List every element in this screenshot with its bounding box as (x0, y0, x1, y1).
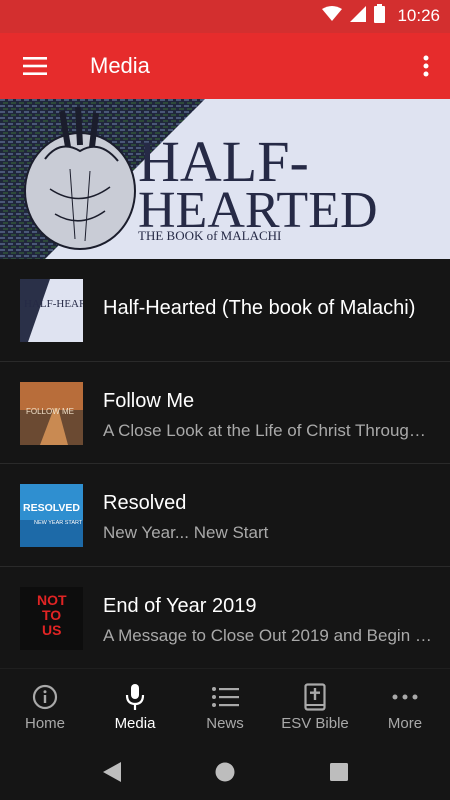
page-title: Media (90, 53, 150, 78)
wifi-icon (322, 5, 343, 27)
series-thumbnail: HALF-HEARTED (20, 279, 83, 342)
more-vertical-icon[interactable] (414, 49, 438, 83)
status-time: 10:26 (397, 6, 440, 25)
info-circle-icon (32, 683, 58, 711)
nav-item-esv-bible[interactable]: ESV Bible (270, 669, 360, 744)
list-item[interactable]: RESOLVED NEW YEAR START Resolved New Yea… (0, 464, 450, 567)
thumb-text-secondary: NEW YEAR START (34, 520, 83, 526)
thumb-text: NOT (37, 592, 67, 608)
series-thumbnail: RESOLVED NEW YEAR START (20, 484, 83, 547)
media-list: HALF-HEARTED Half-Hearted (The book of M… (0, 259, 450, 669)
bible-icon (304, 683, 326, 711)
back-icon[interactable] (100, 760, 124, 784)
nav-item-news[interactable]: News (180, 669, 270, 744)
thumb-text: RESOLVED (23, 502, 80, 514)
series-thumbnail: FOLLOW ME (20, 381, 83, 445)
nav-item-home[interactable]: Home (0, 669, 90, 744)
list-item[interactable]: FOLLOW ME Follow Me A Close Look at the … (0, 362, 450, 464)
list-icon (211, 683, 239, 711)
nav-label: Media (114, 715, 156, 732)
thumb-text-tertiary: US (42, 622, 61, 638)
list-item[interactable]: HALF-HEARTED Half-Hearted (The book of M… (0, 259, 450, 362)
nav-item-more[interactable]: More (360, 669, 450, 744)
item-title: Half-Hearted (The book of Malachi) (103, 297, 416, 319)
thumb-text-secondary: TO (42, 607, 61, 623)
nav-label: Home (24, 715, 65, 732)
battery-icon (374, 4, 386, 28)
item-subtitle: A Message to Close Out 2019 and Begin 20… (103, 625, 432, 645)
system-navigation (0, 744, 450, 800)
nav-label: ESV Bible (281, 715, 349, 732)
hero-subtitle: THE BOOK of MALACHI (138, 228, 281, 243)
status-bar: 10:26 (0, 0, 450, 33)
list-item[interactable]: NOT TO US End of Year 2019 A Message to … (0, 567, 450, 669)
recents-icon[interactable] (327, 760, 351, 784)
thumb-text: HALF-HEARTED (24, 298, 83, 310)
nav-item-media[interactable]: Media (90, 669, 180, 744)
microphone-icon (124, 683, 146, 711)
home-icon[interactable] (213, 760, 237, 784)
item-subtitle: New Year... New Start (103, 523, 269, 542)
nav-label: News (206, 715, 244, 732)
signal-icon (350, 5, 367, 27)
nav-label: More (387, 715, 423, 732)
item-title: Follow Me (103, 389, 195, 412)
series-banner[interactable]: HALF- HEARTED THE BOOK of MALACHI (0, 99, 450, 259)
thumb-text: FOLLOW ME (26, 407, 74, 416)
hamburger-menu-icon[interactable] (15, 49, 55, 83)
series-thumbnail: NOT TO US (20, 586, 83, 650)
app-bar: Media (0, 33, 450, 99)
bottom-navigation: Home Media News ESV Bible More (0, 668, 450, 744)
item-title: Resolved (103, 492, 187, 514)
item-title: End of Year 2019 (103, 594, 257, 617)
more-horizontal-icon (392, 683, 418, 711)
item-subtitle: A Close Look at the Life of Christ Throu… (103, 420, 432, 440)
